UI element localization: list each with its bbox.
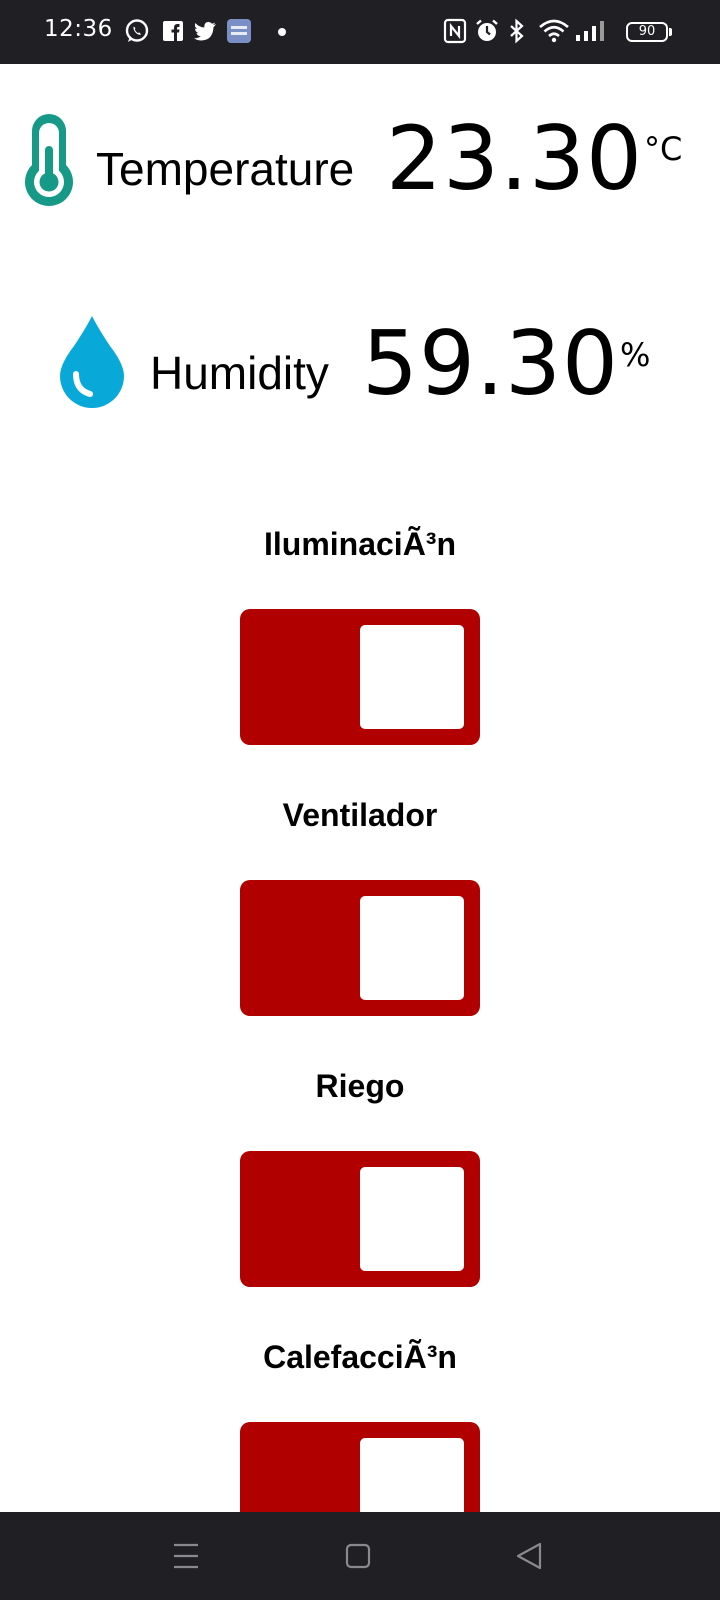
irrigation-label: Riego (315, 1068, 405, 1104)
bluetooth-icon (510, 18, 524, 44)
battery-tip (669, 28, 672, 36)
humidity-value: 59.30 (362, 312, 619, 415)
heating-label: CalefacciÃ³n (263, 1339, 457, 1375)
notification-dot-icon (278, 28, 286, 36)
twitter-icon (194, 22, 216, 41)
battery-indicator: 90 (626, 22, 668, 42)
back-icon[interactable] (506, 1532, 554, 1580)
alarm-icon (476, 19, 498, 41)
signal-icon (576, 21, 604, 41)
fan-switch[interactable] (240, 880, 480, 1016)
fan-label: Ventilador (282, 797, 438, 833)
menu-icon[interactable] (162, 1532, 210, 1580)
lighting-switch[interactable] (240, 609, 480, 745)
fan-switch-knob (360, 896, 464, 1000)
home-icon[interactable] (334, 1532, 382, 1580)
water-drop-icon (60, 316, 124, 408)
irrigation-switch[interactable] (240, 1151, 480, 1287)
lighting-label: IluminaciÃ³n (263, 526, 456, 562)
wifi-icon (539, 19, 569, 43)
humidity-label: Humidity (150, 347, 329, 399)
status-bar: 12:36 90 (0, 0, 720, 64)
humidity-unit: % (620, 336, 651, 374)
app-icon (227, 19, 251, 43)
irrigation-switch-knob (360, 1167, 464, 1271)
status-time: 12:36 (44, 16, 113, 42)
temperature-unit: °C (644, 130, 683, 168)
navigation-bar (0, 1512, 720, 1600)
facebook-icon (163, 21, 183, 41)
temperature-value: 23.30 (386, 107, 643, 210)
whatsapp-icon (125, 19, 149, 42)
thermometer-icon (25, 114, 73, 206)
temperature-label: Temperature (96, 143, 355, 195)
nfc-icon (443, 18, 467, 44)
lighting-switch-knob (360, 625, 464, 729)
